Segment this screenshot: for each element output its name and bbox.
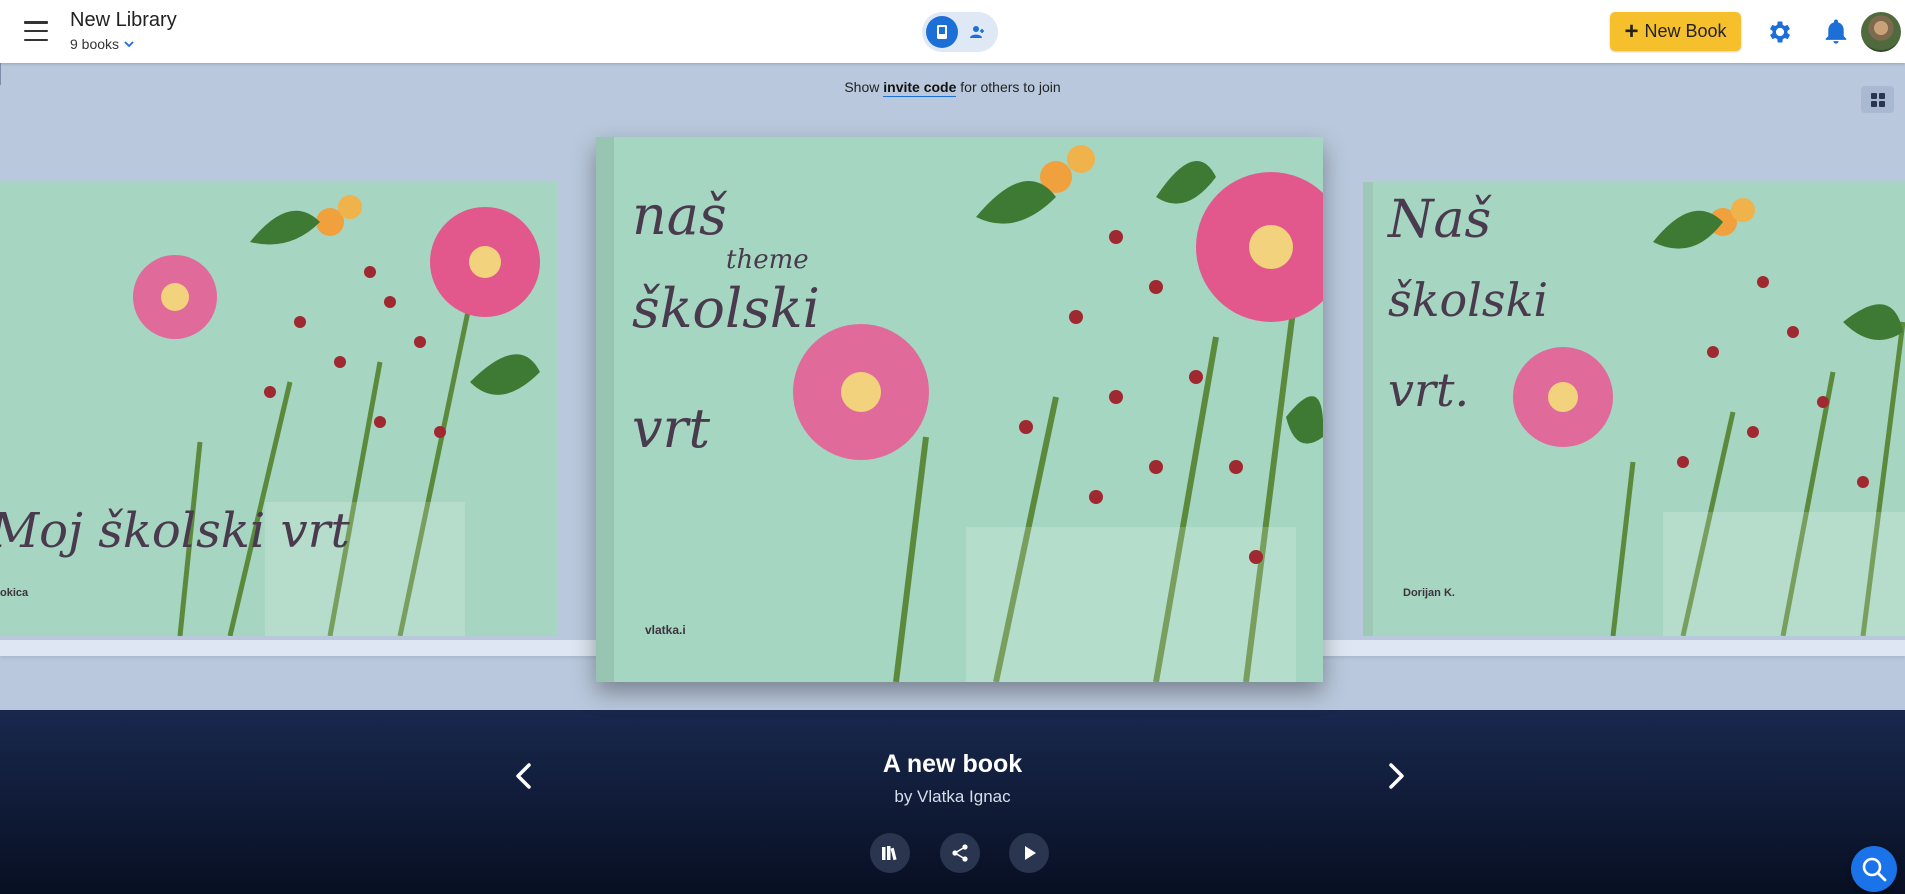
cover-title-line2: školski xyxy=(1388,273,1549,327)
book-cover-right[interactable]: Naš školski vrt. Dorijan K. xyxy=(1363,182,1905,636)
chevron-down-icon xyxy=(124,41,134,48)
invite-suffix: for others to join xyxy=(960,79,1061,95)
view-mode-toggle xyxy=(922,12,998,52)
book-count-label: 9 books xyxy=(70,36,120,52)
invite-prefix: Show xyxy=(844,79,880,95)
book-icon xyxy=(937,25,947,39)
search-button[interactable] xyxy=(1851,846,1897,892)
play-icon xyxy=(1025,846,1036,860)
play-button[interactable] xyxy=(1009,833,1049,873)
library-button[interactable] xyxy=(870,833,910,873)
cover-title-line1: Naš xyxy=(1388,190,1492,250)
library-title: New Library xyxy=(70,9,177,31)
book-count-dropdown[interactable]: 9 books xyxy=(70,36,135,52)
avatar[interactable] xyxy=(1861,12,1901,52)
gear-icon[interactable] xyxy=(1766,18,1794,46)
new-book-button[interactable]: + New Book xyxy=(1610,12,1741,51)
cover-title-line2: theme xyxy=(726,245,809,275)
search-icon xyxy=(1862,857,1887,882)
people-icon xyxy=(970,26,984,38)
book-cover-center[interactable]: naš theme školski vrt vlatka.i xyxy=(596,137,1323,682)
invite-code-link[interactable]: invite code xyxy=(883,79,957,97)
share-icon xyxy=(952,844,968,862)
bell-icon[interactable] xyxy=(1822,18,1850,46)
books-mode-button[interactable] xyxy=(926,16,958,48)
cover-title: Moj školski vrt xyxy=(0,503,350,559)
grid-icon xyxy=(1870,92,1885,107)
app-header: New Library 9 books + New Book xyxy=(0,0,1905,63)
share-button[interactable] xyxy=(940,833,980,873)
cover-author: vlatka.i xyxy=(645,623,686,637)
book-cover-left[interactable]: Moj školski vrt okica xyxy=(0,182,557,636)
plus-icon: + xyxy=(1624,17,1639,45)
cover-title-line3: školski xyxy=(632,277,820,340)
flower-cover-image xyxy=(0,182,557,636)
cover-title-line1: naš xyxy=(632,184,727,247)
cover-author: Dorijan K. xyxy=(1403,587,1455,599)
people-mode-button[interactable] xyxy=(962,16,994,48)
selected-book-author: by Vlatka Ignac xyxy=(894,787,1011,806)
cover-title-line3: vrt. xyxy=(1388,363,1470,417)
menu-icon[interactable] xyxy=(22,18,50,44)
grid-view-button[interactable] xyxy=(1861,86,1894,113)
new-book-label: New Book xyxy=(1644,21,1727,41)
cover-author: okica xyxy=(0,587,29,599)
library-icon xyxy=(882,846,897,861)
selected-book-title: A new book xyxy=(882,750,1023,778)
invite-prompt: Show invite code for others to join xyxy=(0,79,1905,97)
cover-title-line4: vrt xyxy=(632,397,711,460)
